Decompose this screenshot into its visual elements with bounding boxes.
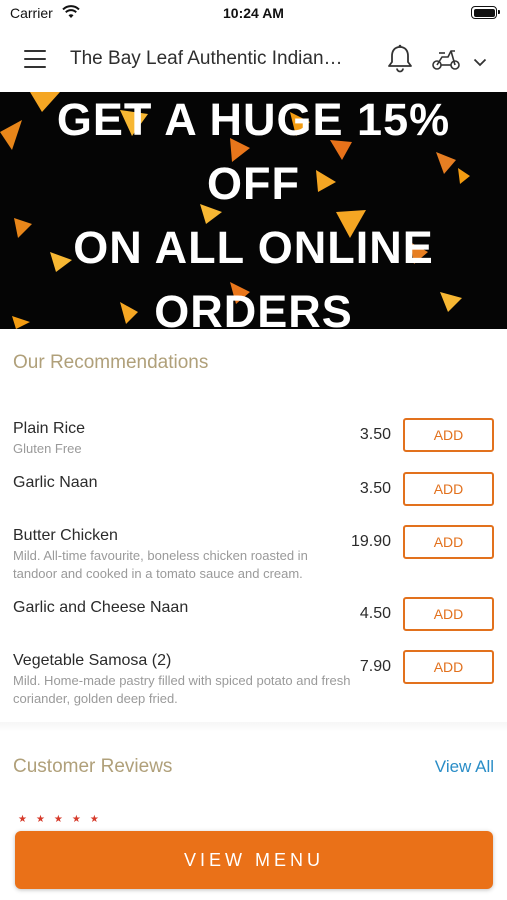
recommendations-title: Our Recommendations (13, 352, 209, 373)
item-price: 4.50 (359, 605, 391, 622)
add-button[interactable]: ADD (403, 525, 494, 559)
reviews-title: Customer Reviews (13, 756, 173, 777)
banner-line: ON ALL ONLINE (73, 222, 434, 273)
add-button[interactable]: ADD (403, 418, 494, 452)
item-description: Mild. Home-made pastry filled with spice… (13, 673, 351, 706)
bell-icon[interactable] (386, 44, 414, 79)
add-button[interactable]: ADD (403, 597, 494, 631)
item-price: 3.50 (359, 480, 391, 497)
menu-icon[interactable] (24, 50, 46, 68)
view-all-link[interactable]: View All (435, 757, 494, 777)
app-header: The Bay Leaf Authentic Indian… (0, 26, 507, 92)
section-divider (0, 722, 507, 732)
status-time: 10:24 AM (223, 5, 284, 21)
view-menu-button[interactable]: VIEW MENU (15, 831, 493, 889)
add-button[interactable]: ADD (403, 650, 494, 684)
promo-banner[interactable]: GET A HUGE 15% OFF ON ALL ONLINE ORDERS (0, 92, 507, 329)
item-description: Gluten Free (13, 441, 82, 456)
item-name: Plain Rice (13, 420, 86, 437)
banner-line: OFF (207, 158, 300, 209)
item-name: Butter Chicken (13, 527, 118, 544)
item-price: 7.90 (359, 658, 391, 675)
banner-headline: GET A HUGE 15% OFF ON ALL ONLINE ORDERS (0, 92, 507, 329)
item-price: 3.50 (359, 426, 391, 443)
add-button[interactable]: ADD (403, 472, 494, 506)
item-name: Vegetable Samosa (2) (13, 652, 172, 669)
banner-line: ORDERS (154, 286, 353, 329)
banner-line: GET A HUGE 15% (56, 94, 451, 145)
item-name: Garlic and Cheese Naan (13, 599, 189, 616)
battery-icon (471, 6, 500, 19)
item-name: Garlic Naan (13, 474, 98, 491)
restaurant-title: The Bay Leaf Authentic Indian… (70, 48, 343, 69)
item-description: Mild. All-time favourite, boneless chick… (13, 548, 308, 581)
item-price: 19.90 (350, 533, 391, 550)
status-bar: Carrier 10:24 AM (0, 0, 507, 26)
chevron-down-icon[interactable] (473, 54, 487, 72)
scooter-icon[interactable] (431, 47, 461, 76)
rating-stars: ★★★★★ (18, 814, 108, 825)
